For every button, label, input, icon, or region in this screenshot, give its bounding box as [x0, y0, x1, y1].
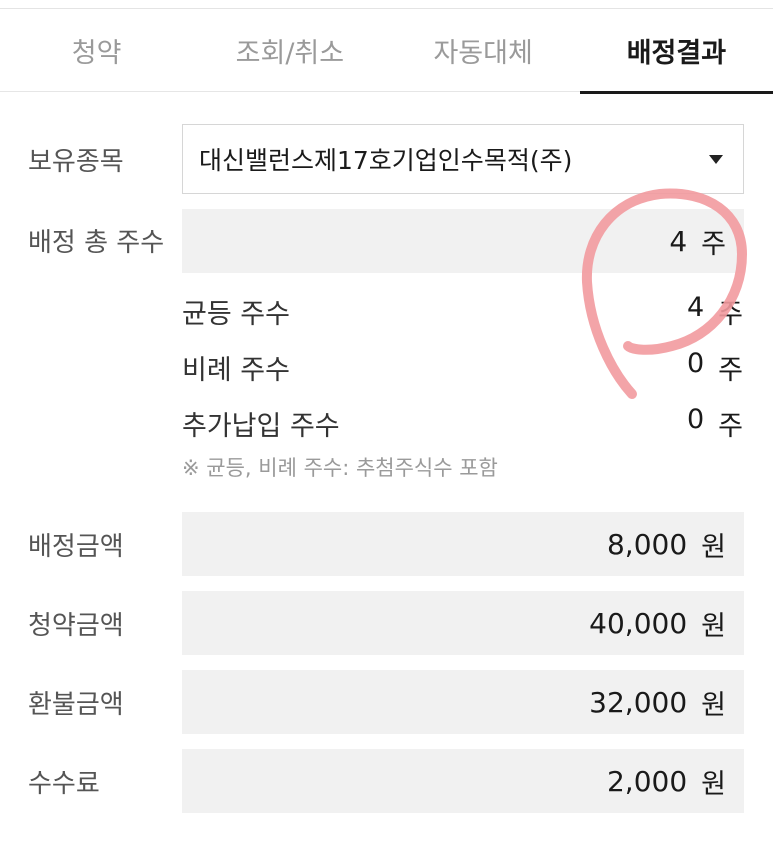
refund-amount-label: 환불금액	[28, 690, 124, 720]
holding-select[interactable]: 대신밸런스제17호기업인수목적(주)	[182, 124, 744, 194]
allocation-total-label: 배정 총 주수	[28, 228, 165, 258]
subscribed-amount-label: 청약금액	[28, 611, 124, 641]
allocated-amount-label: 배정금액	[28, 532, 124, 562]
fee-label: 수수료	[28, 769, 100, 799]
holding-selected-value: 대신밸런스제17호기업인수목적(주)	[199, 146, 573, 175]
equal-shares-unit: 주	[718, 299, 743, 330]
subscribed-amount-box: 40,000 원	[182, 591, 744, 655]
proportional-shares-label: 비례 주수	[182, 355, 290, 386]
equal-shares-value: 4	[686, 292, 705, 323]
equal-shares-label: 균등 주수	[182, 299, 290, 330]
fee-box: 2,000 원	[182, 749, 744, 813]
additional-shares-unit: 주	[718, 411, 743, 442]
subscribed-amount-value: 40,000	[589, 606, 688, 640]
tab-allocation-result[interactable]: 배정결과	[579, 9, 773, 94]
additional-shares-label: 추가납입 주수	[182, 411, 340, 442]
shares-footnote: ※ 균등, 비례 주수: 추첨주식수 포함	[182, 456, 498, 480]
refund-amount-box: 32,000 원	[182, 670, 744, 734]
tab-auto-transfer[interactable]: 자동대체	[387, 9, 580, 92]
additional-shares-value: 0	[686, 404, 705, 435]
fee-unit: 원	[701, 768, 726, 800]
tab-bar: 청약 조회/취소 자동대체 배정결과	[0, 9, 773, 94]
additional-shares-value-group: 0 주	[687, 404, 743, 443]
fee-value: 2,000	[606, 764, 688, 798]
allocation-total-box: 4 주	[182, 209, 744, 273]
allocation-total-value: 4	[669, 224, 688, 258]
caret-down-icon	[709, 155, 723, 164]
proportional-shares-unit: 주	[718, 355, 743, 386]
tab-inquiry-cancel[interactable]: 조회/취소	[193, 9, 386, 92]
refund-amount-unit: 원	[701, 689, 726, 721]
tab-subscribe[interactable]: 청약	[0, 9, 193, 92]
subscribed-amount-unit: 원	[701, 610, 726, 642]
proportional-shares-value: 0	[686, 348, 705, 379]
allocated-amount-unit: 원	[701, 531, 726, 563]
equal-shares-value-group: 4 주	[687, 292, 743, 331]
allocated-amount-box: 8,000 원	[182, 512, 744, 576]
proportional-shares-value-group: 0 주	[687, 348, 743, 387]
allocated-amount-value: 8,000	[606, 527, 688, 561]
holding-label: 보유종목	[28, 147, 124, 177]
allocation-total-unit: 주	[701, 228, 726, 260]
refund-amount-value: 32,000	[589, 685, 688, 719]
